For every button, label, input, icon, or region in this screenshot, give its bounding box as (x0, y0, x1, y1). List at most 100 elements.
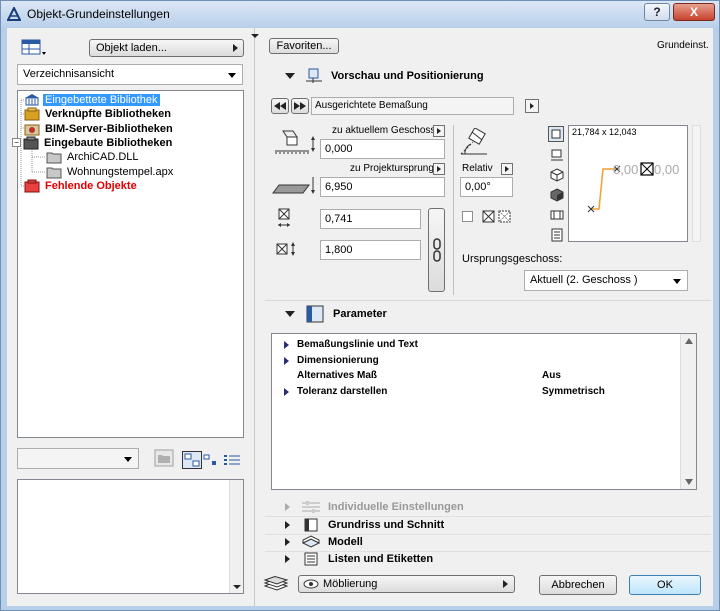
expand-arrow-icon[interactable] (284, 356, 289, 365)
section-collapsed-header[interactable]: Grundriss und Schnitt (265, 516, 711, 532)
expand-arrow-icon[interactable] (284, 341, 289, 349)
filter-select[interactable] (17, 448, 139, 469)
height-origin-menu-button[interactable] (433, 163, 445, 175)
object-list-scrollbar[interactable] (229, 480, 243, 593)
section-divider (265, 300, 711, 301)
tree-item[interactable]: Verknüpfte Bibliotheken (24, 107, 173, 121)
relative-menu-button[interactable] (501, 163, 513, 175)
folder-icon[interactable] (154, 449, 174, 467)
preview-3d-icon[interactable] (550, 168, 564, 182)
height-origin-input[interactable]: 6,950 (320, 177, 445, 197)
parameter-row[interactable]: Dimensionierung (272, 354, 680, 368)
preview-2d-button[interactable] (548, 126, 564, 142)
previous-object-button[interactable] (271, 98, 289, 114)
pane-divider (254, 28, 255, 606)
chevron-right-icon (437, 128, 441, 134)
size-x-input[interactable]: 0,741 (320, 209, 421, 229)
builtin-library-icon (23, 136, 39, 150)
height-story-menu-button[interactable] (433, 125, 445, 137)
parameter-row[interactable]: Bemaßungslinie und Text (272, 338, 680, 352)
chevron-right-icon (233, 44, 238, 52)
list-view-icon[interactable] (223, 453, 241, 467)
parameter-row[interactable]: Toleranz darstellen Symmetrisch (272, 385, 680, 399)
scroll-down-icon[interactable] (233, 585, 241, 589)
load-object-button[interactable]: Objekt laden... (89, 39, 244, 57)
preview-scrollbar[interactable] (692, 125, 701, 242)
preview-elevation-icon[interactable] (550, 208, 564, 222)
size-y-input[interactable]: 1,800 (320, 240, 421, 260)
tree-item[interactable]: − Eingebaute Bibliotheken (12, 136, 174, 150)
tree-item[interactable]: Wohnungstempel.apx (46, 165, 175, 179)
tree-item[interactable]: Eingebettete Bibliothek (24, 93, 160, 107)
section-collapsed-header[interactable]: Individuelle Einstellungen (265, 499, 711, 515)
layer-select[interactable]: Möblierung (298, 575, 515, 593)
layer-select-label: Möblierung (323, 578, 378, 590)
preview-list-icon[interactable] (550, 228, 564, 242)
object-info-button[interactable] (525, 99, 539, 113)
floor-plan-section-icon (304, 518, 318, 532)
collapse-pane-icon[interactable] (251, 34, 259, 38)
section-preview-title: Vorschau und Positionierung (331, 70, 484, 82)
scroll-down-icon[interactable] (685, 479, 693, 485)
collapsed-arrow-icon (285, 503, 290, 511)
tree-item[interactable]: Fehlende Objekte (24, 179, 139, 193)
mode-label: Grundeinst. (657, 40, 709, 51)
tree-item-label: Fehlende Objekte (45, 179, 137, 192)
parameter-row[interactable]: Alternatives Maß Aus (272, 369, 680, 383)
tree-collapse-icon[interactable]: − (12, 138, 21, 148)
section-collapsed-header[interactable]: Listen und Etiketten (265, 550, 711, 567)
library-folder-icon (46, 167, 62, 178)
dialog-window: Objekt-Grundeinstellungen ? X Objekt lad… (0, 0, 720, 611)
bim-server-library-icon (24, 124, 40, 136)
section-parameter-header[interactable]: Parameter (265, 305, 711, 323)
title-bar[interactable]: Objekt-Grundeinstellungen ? X (1, 1, 719, 27)
height-story-input[interactable]: 0,000 (320, 139, 445, 159)
view-mode-select[interactable]: Verzeichnisansicht (17, 64, 243, 85)
tree-item[interactable]: ArchiCAD.DLL (46, 150, 141, 164)
double-right-arrow-icon (294, 102, 306, 110)
help-button[interactable]: ? (644, 3, 670, 21)
object-name-field: Ausgerichtete Bemaßung (311, 97, 514, 115)
section-title: Grundriss und Schnitt (328, 518, 445, 531)
section-icon (300, 552, 322, 566)
object-list-panel[interactable] (17, 479, 244, 594)
next-object-button[interactable] (291, 98, 309, 114)
mirror-icon (482, 210, 511, 223)
view-layout-icon[interactable] (21, 38, 47, 58)
parameter-list[interactable]: Bemaßungslinie und Text Dimensionierung Al… (271, 333, 697, 490)
scroll-up-icon[interactable] (685, 338, 693, 344)
section-collapsed-header[interactable]: Modell (265, 533, 711, 550)
ok-button[interactable]: OK (629, 575, 701, 595)
favorites-button[interactable]: Favoriten... (269, 38, 339, 54)
preview-3d-shaded-icon[interactable] (550, 188, 564, 202)
collapsed-arrow-icon (285, 520, 290, 529)
eye-icon (303, 579, 319, 589)
preview-section-icon[interactable] (550, 148, 564, 162)
tree-item-label: Verknüpfte Bibliotheken (45, 108, 171, 121)
close-button[interactable]: X (673, 3, 715, 21)
parameter-value: Symmetrisch (542, 385, 605, 397)
small-icons-view-icon[interactable] (203, 453, 219, 467)
proportion-lock-button[interactable] (428, 208, 445, 292)
library-tree[interactable]: Eingebettete Bibliothek Verknüpfte Biblio… (12, 90, 244, 438)
rotation-angle-icon (460, 128, 487, 155)
chevron-right-icon (530, 103, 534, 109)
expand-arrow-icon[interactable] (284, 387, 289, 396)
window-title: Objekt-Grundeinstellungen (27, 7, 170, 21)
tree-item-label: ArchiCAD.DLL (67, 151, 139, 164)
parameter-scrollbar[interactable] (680, 334, 696, 489)
large-icons-view-icon[interactable] (182, 451, 202, 469)
custom-settings-icon (302, 501, 320, 513)
parameter-value: Aus (542, 370, 561, 381)
tree-item-label: BIM-Server-Bibliotheken (45, 122, 173, 135)
angle-input[interactable]: 0,00° (460, 177, 513, 197)
origin-story-select[interactable]: Aktuell (2. Geschoss ) (524, 270, 688, 291)
expanded-arrow-icon (285, 73, 295, 79)
cancel-button[interactable]: Abbrechen (539, 575, 617, 595)
tree-item[interactable]: BIM-Server-Bibliotheken (24, 122, 175, 136)
height-to-origin-icon (272, 177, 315, 194)
section-preview-header[interactable]: Vorschau und Positionierung (265, 67, 711, 85)
section-title: Individuelle Einstellungen (328, 501, 464, 513)
section-icon (300, 535, 322, 549)
mirror-checkbox[interactable] (462, 211, 473, 222)
